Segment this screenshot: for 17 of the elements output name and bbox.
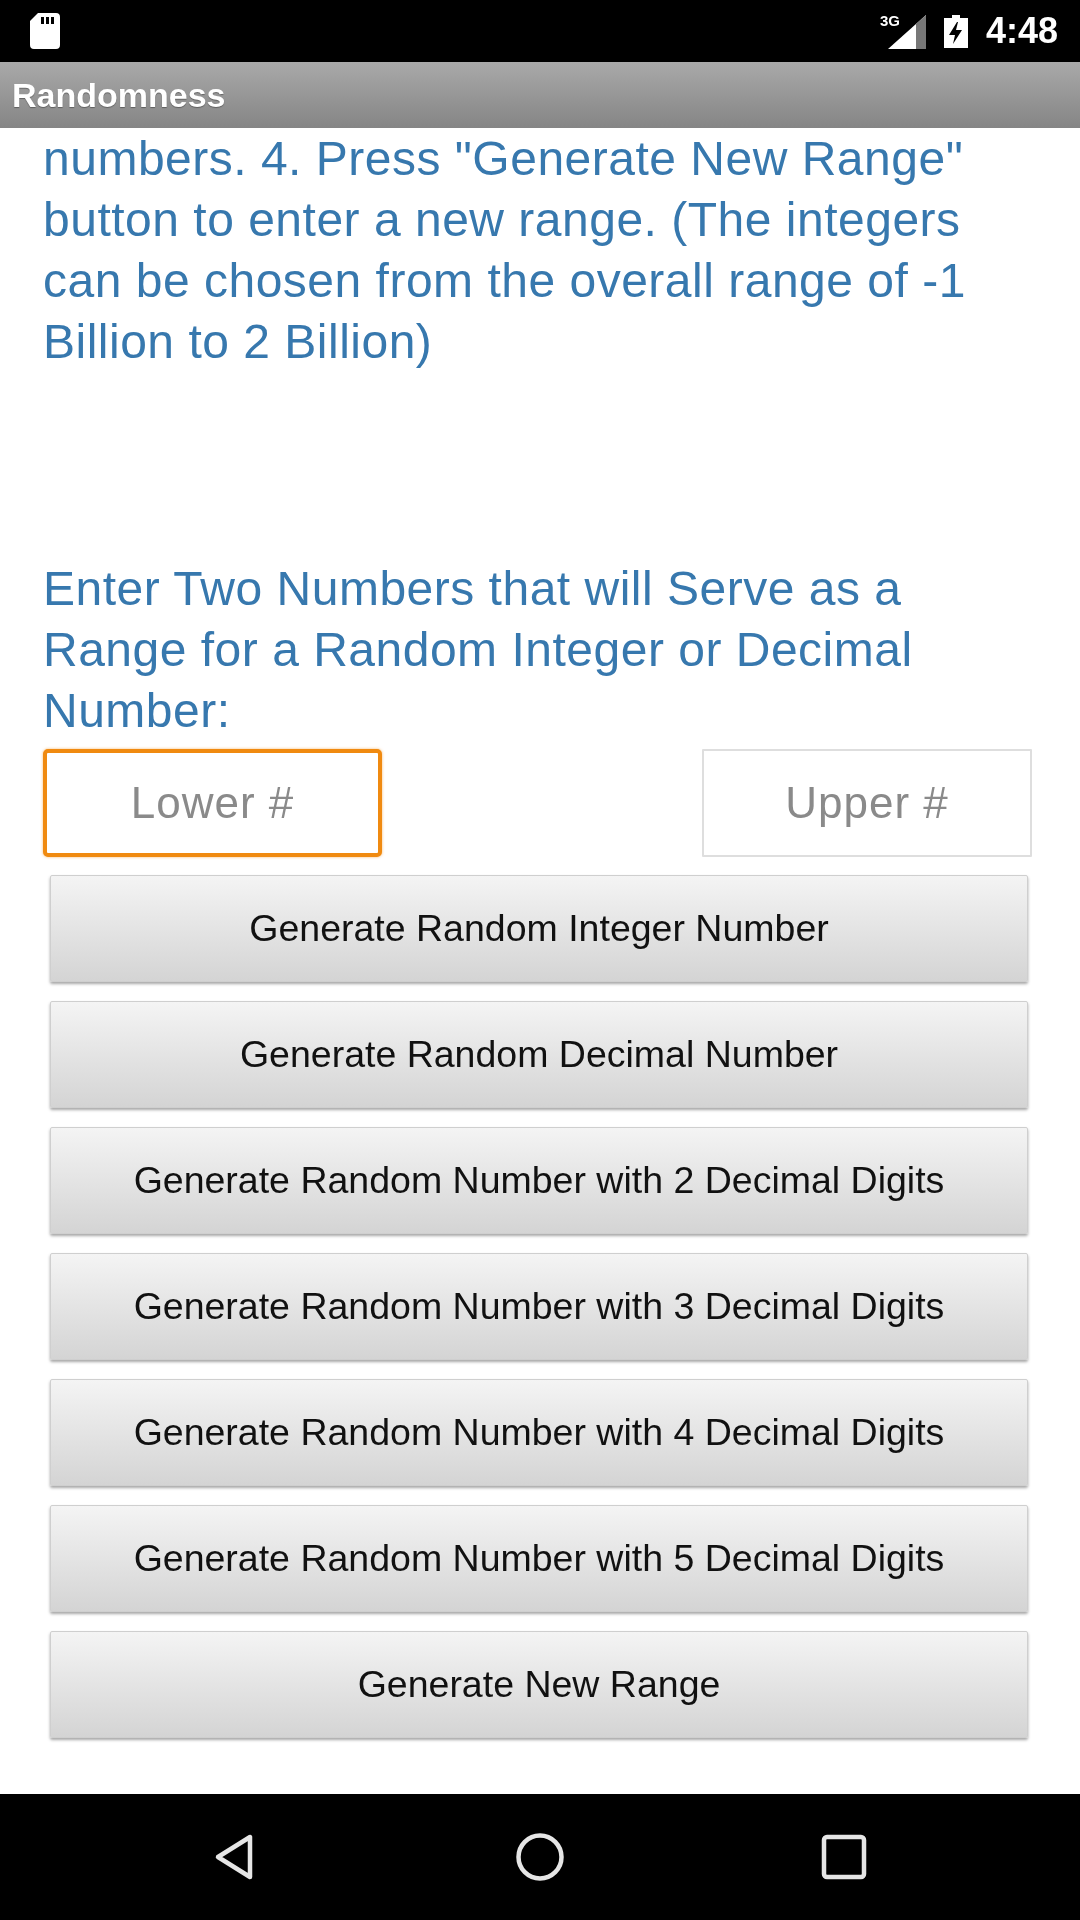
battery-charging-icon xyxy=(943,14,968,48)
action-button[interactable]: Generate Random Number with 2 Decimal Digits xyxy=(50,1127,1028,1234)
action-button[interactable]: Generate Random Number with 4 Decimal Digits xyxy=(50,1379,1028,1486)
action-button[interactable]: Generate Random Integer Number xyxy=(50,875,1028,982)
instructions-text: numbers. 4. Press "Generate New Range" button to enter a new range. (The integers can be chosen from the overall range of -1 Billion to 2 Billion) xyxy=(43,131,967,370)
home-icon[interactable] xyxy=(516,1833,564,1881)
input-field[interactable]: Lower # xyxy=(43,749,382,857)
clock-time: 4:48 xyxy=(985,11,1058,51)
app-title: Randomness xyxy=(12,75,226,115)
action-button[interactable]: Generate Random Number with 5 Decimal Digits xyxy=(50,1505,1028,1612)
sd-card-icon xyxy=(30,13,60,49)
range-prompt: Enter Two Numbers that will Serve as a Range for a Random Integer or Decimal Number: xyxy=(43,561,914,739)
action-button[interactable]: Generate Random Number with 3 Decimal Digits xyxy=(50,1253,1028,1360)
action-button[interactable]: Generate New Range xyxy=(50,1631,1028,1738)
recents-icon[interactable] xyxy=(820,1833,868,1881)
action-button[interactable]: Generate Random Decimal Number xyxy=(50,1001,1028,1108)
network-type-label: 3G xyxy=(879,13,900,29)
